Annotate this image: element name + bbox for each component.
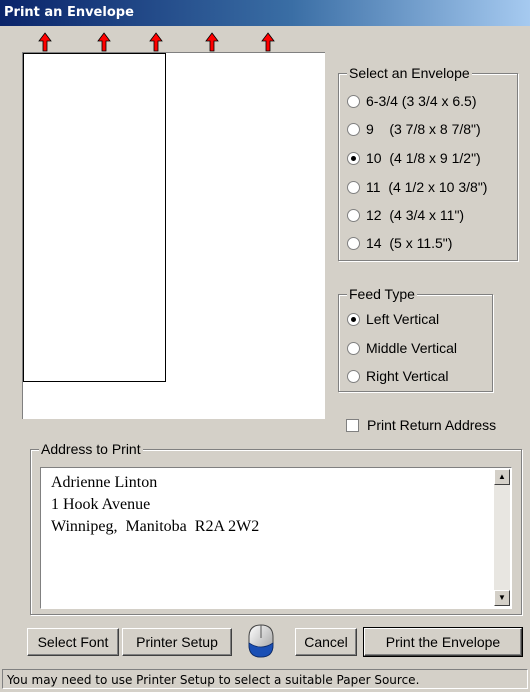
feed-group-title: Feed Type — [347, 286, 417, 302]
radio-icon — [347, 94, 360, 108]
red-up-arrow-icon — [97, 32, 111, 52]
return-address-label: Print Return Address — [367, 417, 497, 433]
envelope-size-group: Select an Envelope 6-3/4 (3 3/4 x 6.5) 9… — [338, 65, 518, 261]
print-envelope-button[interactable]: Print the Envelope — [363, 627, 523, 657]
address-scrollbar[interactable]: ▲ ▼ — [494, 469, 510, 606]
red-up-arrow-icon — [261, 32, 275, 52]
title-bar: Print an Envelope — [0, 0, 530, 26]
feed-option-label: Middle Vertical — [366, 340, 458, 356]
radio-icon — [347, 341, 360, 355]
radio-icon — [347, 180, 360, 194]
window-title: Print an Envelope — [4, 5, 134, 20]
envelope-option-14[interactable]: 14 (5 x 11.5") — [347, 234, 452, 252]
feed-option-middle[interactable]: Middle Vertical — [347, 339, 457, 357]
envelope-option-11[interactable]: 11 (4 1/2 x 10 3/8") — [347, 178, 487, 196]
envelope-option-label: 9 (3 7/8 x 8 7/8") — [366, 121, 481, 137]
scroll-down-icon[interactable]: ▼ — [494, 590, 510, 606]
envelope-outline — [23, 53, 166, 382]
red-up-arrow-icon — [205, 32, 219, 52]
address-group-title: Address to Print — [39, 441, 143, 457]
printer-setup-button[interactable]: Printer Setup — [122, 628, 232, 656]
status-bar: You may need to use Printer Setup to sel… — [2, 669, 528, 689]
feed-option-left[interactable]: Left Vertical — [347, 310, 439, 328]
radio-selected-icon — [347, 151, 360, 165]
envelope-option-label: 10 (4 1/8 x 9 1/2") — [366, 150, 481, 166]
feed-option-label: Left Vertical — [366, 311, 440, 327]
envelope-option-label: 12 (4 3/4 x 11") — [366, 207, 465, 223]
print-envelope-window: Print an Envelope Select an Envelope 6-3… — [0, 0, 530, 692]
red-up-arrow-icon — [149, 32, 163, 52]
mouse-button[interactable] — [237, 621, 285, 661]
address-text[interactable]: Adrienne Linton 1 Hook Avenue Winnipeg, … — [51, 472, 481, 538]
envelope-option-6-3-4[interactable]: 6-3/4 (3 3/4 x 6.5) — [347, 92, 477, 110]
feed-option-right[interactable]: Right Vertical — [347, 367, 448, 385]
envelope-option-9[interactable]: 9 (3 7/8 x 8 7/8") — [347, 120, 481, 138]
envelope-option-label: 14 (5 x 11.5") — [366, 235, 453, 251]
address-textarea[interactable]: Adrienne Linton 1 Hook Avenue Winnipeg, … — [40, 467, 512, 609]
mouse-icon — [248, 624, 274, 658]
scroll-up-icon[interactable]: ▲ — [494, 469, 510, 485]
envelope-option-10[interactable]: 10 (4 1/8 x 9 1/2") — [347, 149, 481, 167]
radio-icon — [347, 236, 360, 250]
checkbox-icon — [346, 418, 359, 432]
envelope-preview — [22, 52, 325, 419]
envelope-option-label: 11 (4 1/2 x 10 3/8") — [366, 179, 488, 195]
radio-selected-icon — [347, 312, 360, 326]
feed-option-label: Right Vertical — [366, 368, 449, 384]
cancel-button[interactable]: Cancel — [295, 628, 357, 656]
radio-icon — [347, 122, 360, 136]
envelope-group-title: Select an Envelope — [347, 65, 472, 81]
envelope-option-12[interactable]: 12 (4 3/4 x 11") — [347, 206, 464, 224]
feed-type-group: Feed Type Left Vertical Middle Vertical … — [338, 286, 493, 392]
select-font-button[interactable]: Select Font — [27, 628, 119, 656]
radio-icon — [347, 369, 360, 383]
envelope-option-label: 6-3/4 (3 3/4 x 6.5) — [366, 93, 477, 109]
radio-icon — [347, 208, 360, 222]
red-up-arrow-icon — [38, 32, 52, 52]
return-address-checkbox[interactable]: Print Return Address — [346, 416, 496, 434]
